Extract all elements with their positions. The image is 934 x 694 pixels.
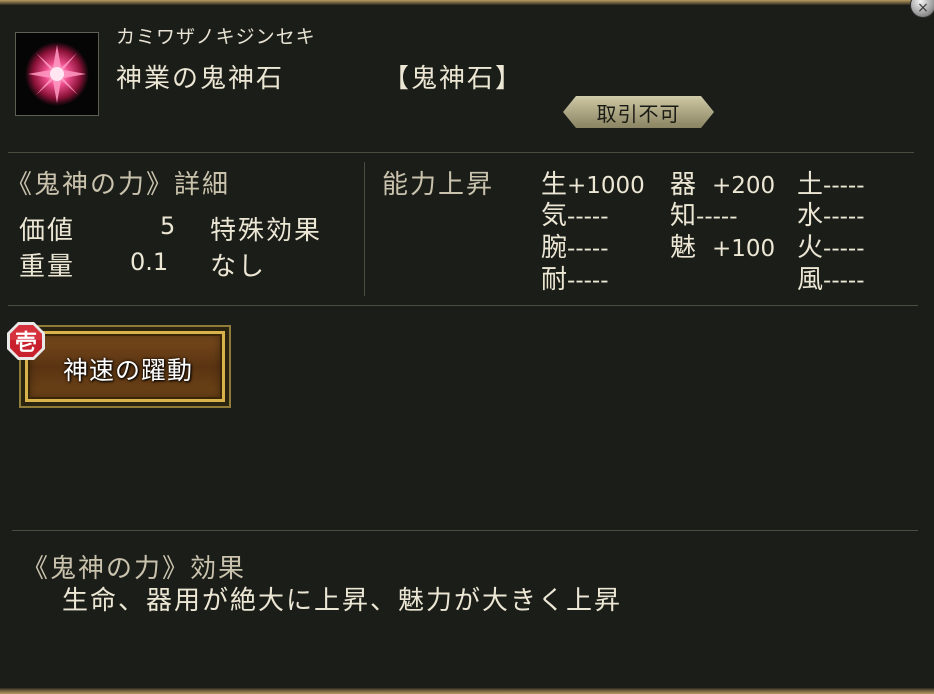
special-effect-value: なし bbox=[210, 252, 267, 282]
ability-title: 能力上昇 bbox=[382, 170, 495, 200]
window-top-border bbox=[0, 0, 934, 5]
crystal-icon bbox=[25, 42, 89, 106]
stat-name: 風 bbox=[797, 265, 824, 295]
skill-button-face: 神速の躍動 bbox=[25, 331, 225, 402]
weight-label: 重量 bbox=[19, 252, 76, 282]
trade-status-badge: 取引不可 bbox=[563, 96, 714, 128]
skill-rank-label: 壱 bbox=[14, 330, 37, 356]
skill-label: 神速の躍動 bbox=[62, 355, 193, 385]
stat-value: +100 bbox=[712, 236, 776, 262]
weight-amount: 0.1 bbox=[130, 248, 169, 276]
item-category: 【鬼神石】 bbox=[383, 64, 524, 94]
skill-button[interactable]: 神速の躍動 bbox=[19, 325, 231, 408]
column-divider bbox=[364, 162, 365, 296]
stat-name: 魅 bbox=[670, 233, 697, 263]
close-button[interactable]: × bbox=[910, 0, 934, 18]
divider bbox=[8, 305, 918, 306]
skill-rank-badge: 壱 bbox=[5, 320, 47, 362]
value-amount: 5 bbox=[160, 212, 176, 240]
stat-value: ----- bbox=[823, 268, 865, 294]
details-title: 《鬼神の力》詳細 bbox=[6, 170, 231, 200]
effect-description: 生命、器用が絶大に上昇、魅力が大きく上昇 bbox=[62, 586, 623, 616]
special-effect-label: 特殊効果 bbox=[210, 216, 323, 246]
trade-status-label: 取引不可 bbox=[566, 99, 711, 125]
divider bbox=[12, 530, 918, 531]
stat-endurance: 耐----- bbox=[541, 259, 609, 296]
value-label: 価値 bbox=[19, 216, 76, 246]
stat-name: 耐 bbox=[541, 265, 568, 295]
item-icon-crystal bbox=[15, 32, 99, 116]
close-icon: × bbox=[917, 0, 929, 16]
divider bbox=[8, 152, 914, 153]
stat-value: ----- bbox=[567, 268, 609, 294]
window-bottom-border bbox=[0, 688, 934, 694]
item-name: 神業の鬼神石 bbox=[116, 64, 285, 94]
item-furigana: カミワザノキジンセキ bbox=[116, 26, 316, 48]
stat-charm: 魅 +100 bbox=[670, 227, 775, 264]
stat-wind: 風----- bbox=[797, 259, 865, 296]
